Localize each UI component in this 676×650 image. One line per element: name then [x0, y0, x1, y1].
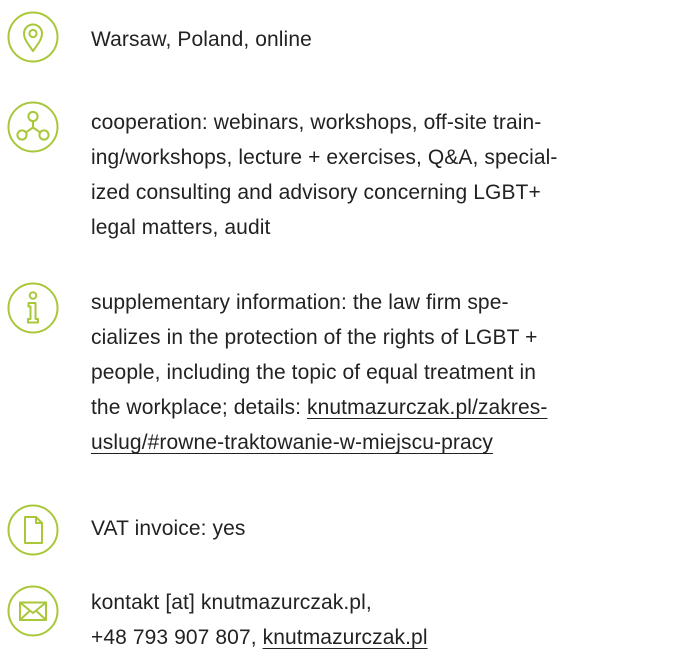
phone-number: +48 793 907 807,: [91, 626, 263, 649]
text-line: VAT invoice: yes: [91, 517, 246, 540]
text-line: cooperation: webinars, workshops, off-si…: [91, 111, 542, 134]
text-line: uslug/#rowne-traktowanie-w-miejscu-pracy: [91, 425, 666, 460]
text-line: supplementary information: the law firm …: [91, 291, 509, 314]
location-text: Warsaw, Poland, online: [91, 22, 666, 57]
document-icon: [7, 504, 59, 556]
text-line: ized consulting and advisory concerning …: [91, 181, 541, 204]
envelope-icon: [7, 585, 59, 637]
email-text: kontakt [at] knutmazurczak.pl,: [91, 591, 372, 614]
network-icon: [7, 101, 59, 153]
text-line: the workplace; details: knutmazurczak.pl…: [91, 390, 666, 425]
contact-text: kontakt [at] knutmazurczak.pl, +48 793 9…: [91, 585, 666, 650]
text-line: cializes in the protection of the rights…: [91, 326, 538, 349]
text-line: ing/workshops, lecture + exercises, Q&A,…: [91, 146, 558, 169]
text-line: Warsaw, Poland, online: [91, 28, 312, 51]
website-link[interactable]: knutmazurczak.pl: [263, 626, 428, 649]
details-link-continued[interactable]: uslug/#rowne-traktowanie-w-miejscu-pracy: [91, 431, 493, 454]
text-line: people, including the topic of equal tre…: [91, 361, 537, 384]
text-line: legal matters, audit: [91, 216, 271, 239]
info-text: supplementary information: the law firm …: [91, 285, 666, 460]
cooperation-text: cooperation: webinars, workshops, off-si…: [91, 105, 666, 245]
invoice-text: VAT invoice: yes: [91, 511, 666, 546]
text-line: +48 793 907 807, knutmazurczak.pl: [91, 620, 666, 650]
details-prefix: the workplace; details:: [91, 396, 308, 419]
details-link[interactable]: knutmazurczak.pl/zakres-: [307, 396, 547, 419]
location-pin-icon: [7, 11, 59, 63]
info-icon: [7, 282, 59, 334]
